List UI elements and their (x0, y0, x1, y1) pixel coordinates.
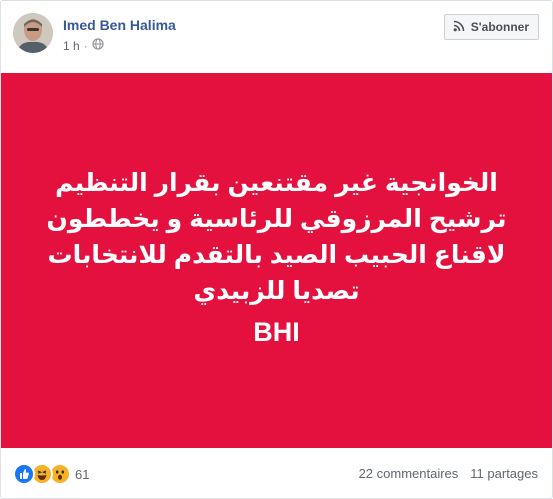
subscribe-button[interactable]: S'abonner (443, 14, 539, 40)
author-name[interactable]: Imed Ben Halima (63, 17, 176, 33)
post-stats: 22 commentaires 11 partages (359, 466, 538, 481)
banner-signature: BHI (253, 317, 300, 347)
reaction-count: 61 (75, 466, 90, 482)
subscribe-label: S'abonner (470, 20, 529, 34)
post-card: Imed Ben Halima 1 h · S'abonner الخوانجي… (0, 0, 553, 499)
meta-separator: · (83, 38, 88, 53)
post-meta: 1 h · (63, 38, 104, 53)
globe-icon (92, 38, 104, 53)
reactions-summary[interactable]: 61 (13, 463, 89, 485)
post-image[interactable]: الخوانجية غير مقتنعين بقرار التنظيم ترشي… (1, 73, 552, 448)
shares-count-link[interactable]: 11 partages (470, 466, 538, 481)
profile-photo (13, 13, 53, 53)
avatar[interactable] (13, 13, 53, 53)
banner-text: الخوانجية غير مقتنعين بقرار التنظيم ترشي… (46, 169, 507, 305)
post-header: Imed Ben Halima 1 h · S'abonner (1, 1, 552, 73)
comments-count-link[interactable]: 22 commentaires (359, 466, 459, 481)
post-time[interactable]: 1 h (63, 39, 80, 53)
rss-icon (453, 20, 465, 35)
like-icon (13, 463, 35, 485)
post-footer: 61 22 commentaires 11 partages (1, 457, 552, 493)
